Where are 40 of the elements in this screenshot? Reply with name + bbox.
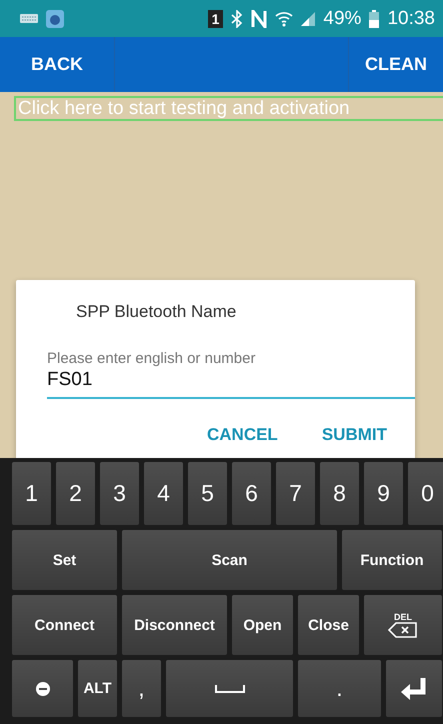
dialog-title: SPP Bluetooth Name — [76, 302, 238, 322]
wifi-icon — [275, 10, 294, 26]
keyboard-key[interactable]: 3 — [100, 462, 139, 525]
keyboard-key[interactable]: Scan — [122, 530, 337, 590]
battery-percent: 49% — [323, 8, 362, 30]
keyboard-key[interactable]: 1 — [12, 462, 51, 525]
keyboard-key[interactable]: 6 — [232, 462, 271, 525]
keyboard-key[interactable]: 4 — [144, 462, 183, 525]
keyboard-key[interactable]: ALT — [78, 660, 117, 717]
keyboard-key[interactable]: . — [298, 660, 381, 717]
battery-icon — [369, 10, 380, 28]
delete-key[interactable]: DEL — [364, 595, 442, 655]
signal-icon — [301, 12, 316, 26]
backspace-icon — [388, 622, 418, 638]
name-field[interactable]: Please enter english or number FS01 — [47, 350, 415, 399]
keyboard-key[interactable]: 0 — [408, 462, 443, 525]
keyboard-key[interactable]: 9 — [364, 462, 403, 525]
bluetooth-icon — [231, 10, 244, 28]
minus-circle-icon — [36, 682, 50, 696]
space-icon — [214, 684, 244, 692]
symbol-key[interactable] — [12, 660, 73, 717]
keyboard-key[interactable]: 5 — [188, 462, 227, 525]
keyboard-key[interactable]: Open — [232, 595, 293, 655]
keyboard-key[interactable]: Close — [298, 595, 359, 655]
app-icon — [46, 10, 64, 28]
activation-field[interactable]: Click here to start testing and activation — [14, 96, 443, 121]
enter-key[interactable] — [386, 660, 442, 717]
keyboard-key[interactable]: 7 — [276, 462, 315, 525]
sim-indicator: 1 — [208, 10, 224, 28]
keyboard-key[interactable]: Function — [342, 530, 442, 590]
enter-icon — [401, 678, 427, 700]
keyboard-key[interactable]: , — [122, 660, 161, 717]
keyboard-key[interactable]: Disconnect — [122, 595, 227, 655]
keyboard-key[interactable]: Set — [12, 530, 117, 590]
clock: 10:38 — [387, 8, 435, 30]
nfc-icon — [251, 10, 268, 28]
keyboard-icon — [20, 14, 38, 23]
keyboard-key[interactable]: 8 — [320, 462, 359, 525]
keyboard-key[interactable]: Connect — [12, 595, 117, 655]
keyboard-key[interactable]: 2 — [56, 462, 95, 525]
